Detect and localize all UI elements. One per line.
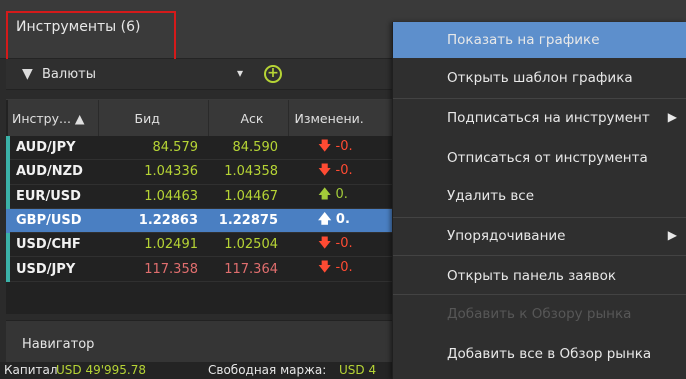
ask-cell: 1.22875 bbox=[208, 208, 288, 234]
navigator-panel[interactable]: Навигатор bbox=[6, 320, 392, 363]
header-corner bbox=[392, 0, 686, 22]
col-change-header[interactable]: Изменени. bbox=[288, 100, 395, 136]
bid-cell: 1.04463 bbox=[98, 184, 208, 209]
context-menu: Показать на графике Открыть шаблон графи… bbox=[392, 22, 686, 379]
change-value: 0. bbox=[335, 187, 348, 203]
change-cell: 🡅 0. bbox=[288, 184, 394, 209]
capital-value: USD 49'995.78 bbox=[56, 363, 147, 377]
symbol-cell: EUR/USD bbox=[6, 184, 98, 209]
ask-cell: 84.590 bbox=[208, 136, 288, 161]
table-row[interactable]: USD/CHF 1.02491 1.02504 🡇 -0. bbox=[6, 232, 394, 258]
menu-separator bbox=[393, 98, 686, 99]
add-instrument-button[interactable]: + bbox=[264, 65, 282, 83]
ask-cell: 1.02504 bbox=[208, 232, 288, 258]
menu-item-add-to-market-watch: Добавить к Обзору рынка bbox=[447, 306, 632, 322]
col-bid-header[interactable]: Бид bbox=[98, 100, 209, 136]
bid-cell: 1.02491 bbox=[98, 232, 208, 258]
arrow-up-icon: 🡅 bbox=[318, 187, 332, 203]
change-cell: 🡇 -0. bbox=[288, 159, 394, 185]
menu-item-unsubscribe[interactable]: Отписаться от инструмента bbox=[393, 140, 686, 176]
symbol-cell: USD/CHF bbox=[6, 232, 98, 258]
submenu-arrow-icon: ▶ bbox=[667, 110, 677, 124]
menu-separator bbox=[393, 294, 686, 295]
menu-item-sorting[interactable]: Упорядочивание ▶ bbox=[393, 218, 686, 254]
bid-cell: 1.22863 bbox=[98, 208, 208, 234]
arrow-down-icon: 🡇 bbox=[318, 235, 332, 251]
menu-item-add-all-to-market-watch[interactable]: Добавить все в Обзор рынка bbox=[393, 336, 686, 372]
symbol-cell: AUD/JPY bbox=[6, 136, 98, 161]
submenu-arrow-icon: ▶ bbox=[667, 228, 677, 242]
change-cell: 🡇 -0. bbox=[288, 256, 394, 282]
chevron-down-icon[interactable]: ▾ bbox=[237, 66, 243, 80]
menu-separator bbox=[393, 255, 686, 256]
menu-item-remove-all[interactable]: Удалить все bbox=[393, 178, 686, 214]
symbol-cell: USD/JPY bbox=[6, 256, 98, 282]
arrow-down-icon: 🡇 bbox=[318, 260, 332, 276]
table-header-row: Инстру... ▲ Бид Аск Изменени. bbox=[8, 100, 395, 136]
table-row[interactable]: USD/JPY 117.358 117.364 🡇 -0. bbox=[6, 256, 394, 282]
menu-item-show-on-chart[interactable]: Показать на графике bbox=[393, 22, 686, 58]
table-row[interactable]: AUD/NZD 1.04336 1.04358 🡇 -0. bbox=[6, 159, 394, 185]
change-value: -0. bbox=[335, 162, 353, 178]
menu-item-open-order-panel[interactable]: Открыть панель заявок bbox=[393, 258, 686, 294]
filter-row: ▼ Валюты ▾ + bbox=[6, 59, 392, 90]
symbol-cell: GBP/USD bbox=[6, 208, 98, 234]
symbol-cell: AUD/NZD bbox=[6, 159, 98, 185]
tab-highlight-box bbox=[6, 11, 176, 63]
change-cell: 🡇 -0. bbox=[288, 136, 394, 161]
col-ask-header[interactable]: Аск bbox=[208, 100, 289, 136]
free-margin-label: Свободная маржа: bbox=[208, 363, 327, 377]
bid-cell: 84.579 bbox=[98, 136, 208, 161]
filter-select[interactable]: Валюты bbox=[42, 67, 96, 82]
filter-icon[interactable]: ▼ bbox=[22, 66, 33, 82]
change-value: -0. bbox=[335, 235, 353, 251]
table-row-selected[interactable]: GBP/USD 1.22863 1.22875 🡅 0. bbox=[6, 208, 394, 234]
free-margin-value: USD 4 bbox=[339, 363, 377, 377]
menu-item-subscribe[interactable]: Подписаться на инструмент ▶ bbox=[393, 100, 686, 136]
arrow-down-icon: 🡇 bbox=[318, 162, 332, 178]
table-row[interactable]: AUD/JPY 84.579 84.590 🡇 -0. bbox=[6, 136, 394, 161]
bid-cell: 1.04336 bbox=[98, 159, 208, 185]
change-value: -0. bbox=[335, 138, 353, 154]
table-row[interactable]: EUR/USD 1.04463 1.04467 🡅 0. bbox=[6, 184, 394, 209]
change-value: 0. bbox=[335, 211, 350, 227]
ask-cell: 1.04467 bbox=[208, 184, 288, 209]
menu-item-open-chart-template[interactable]: Открыть шаблон графика bbox=[393, 60, 686, 96]
arrow-down-icon: 🡇 bbox=[318, 138, 332, 154]
bid-cell: 117.358 bbox=[98, 256, 208, 282]
capital-label: Капитал bbox=[4, 363, 58, 377]
instruments-table: Инстру... ▲ Бид Аск Изменени. AUD/JPY 84… bbox=[6, 99, 395, 314]
change-cell: 🡅 0. bbox=[288, 208, 394, 234]
change-value: -0. bbox=[335, 260, 353, 276]
ask-cell: 1.04358 bbox=[208, 159, 288, 185]
change-cell: 🡇 -0. bbox=[288, 232, 394, 258]
col-instrument-header[interactable]: Инстру... ▲ bbox=[8, 100, 99, 136]
navigator-label: Навигатор bbox=[22, 337, 95, 352]
ask-cell: 117.364 bbox=[208, 256, 288, 282]
arrow-up-icon: 🡅 bbox=[318, 211, 332, 227]
